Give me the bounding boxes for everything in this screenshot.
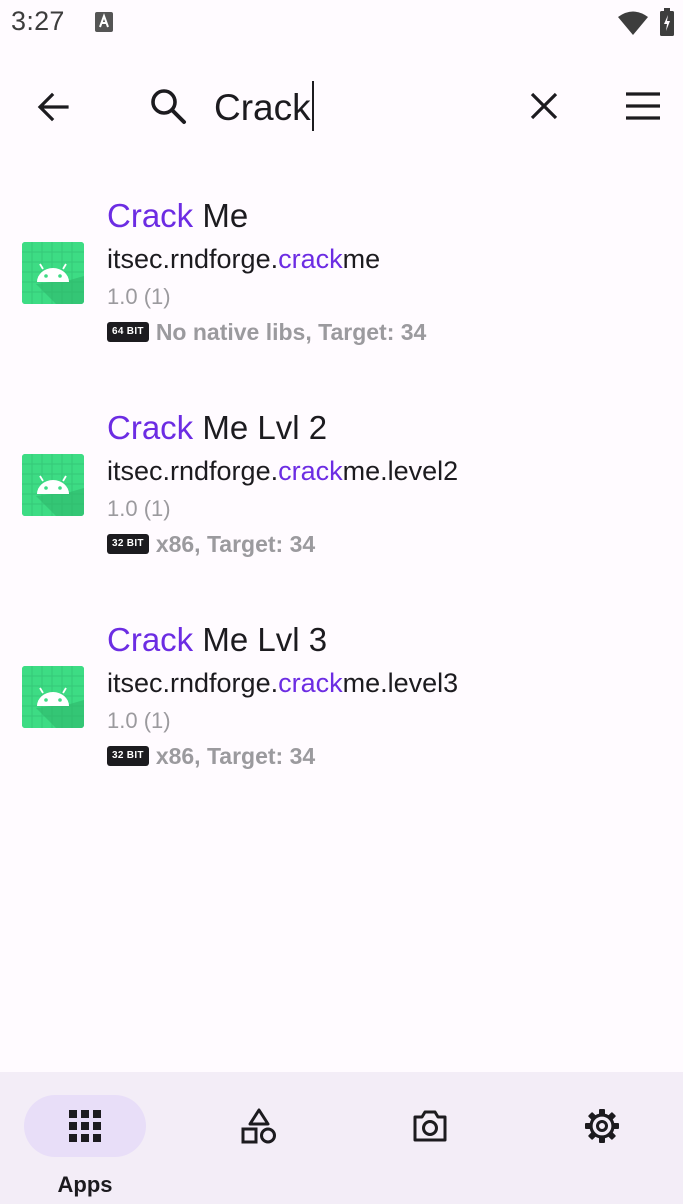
app-package-name: itsec.rndforge.crackme.level2 bbox=[107, 456, 459, 486]
app-meta: 64 BIT No native libs, Target: 34 bbox=[107, 316, 667, 348]
app-version: 1.0 (1) bbox=[107, 708, 171, 733]
android-app-icon bbox=[22, 666, 84, 728]
menu-icon[interactable] bbox=[621, 84, 665, 128]
app-list-item[interactable]: Crack Me Lvl 3 itsec.rndforge.crackme.le… bbox=[0, 604, 683, 816]
accessibility-notification-icon bbox=[95, 12, 113, 32]
app-version: 1.0 (1) bbox=[107, 496, 171, 521]
android-app-icon bbox=[22, 454, 84, 516]
app-meta-text: x86, Target: 34 bbox=[155, 530, 316, 557]
app-meta: 32 BIT x86, Target: 34 bbox=[107, 528, 667, 560]
app-meta-text: x86, Target: 34 bbox=[155, 742, 316, 769]
app-meta: 32 BIT x86, Target: 34 bbox=[107, 740, 667, 772]
nav-item-apps[interactable]: Apps bbox=[0, 1072, 170, 1204]
text-caret bbox=[311, 81, 314, 132]
search-query: Crack bbox=[214, 87, 311, 128]
clear-search-icon[interactable] bbox=[522, 84, 566, 128]
search-icon bbox=[151, 89, 186, 124]
app-list-item[interactable]: Crack Me itsec.rndforge.crackme 1.0 (1) … bbox=[0, 180, 683, 392]
android-app-icon bbox=[22, 242, 84, 304]
bit-badge: 32 BIT bbox=[107, 534, 149, 554]
nav-item-camera[interactable] bbox=[345, 1072, 515, 1204]
app-package-name: itsec.rndforge.crackme.level3 bbox=[107, 668, 459, 698]
apps-grid-icon bbox=[69, 1110, 101, 1142]
app-meta-text: No native libs, Target: 34 bbox=[155, 318, 427, 345]
search-input[interactable]: Crack bbox=[214, 81, 504, 134]
app-list: Crack Me itsec.rndforge.crackme 1.0 (1) … bbox=[0, 180, 683, 816]
back-arrow-icon[interactable] bbox=[30, 84, 76, 130]
bit-badge: 32 BIT bbox=[107, 746, 149, 766]
camera-icon bbox=[413, 1110, 447, 1142]
wifi-icon bbox=[618, 11, 648, 35]
status-time: 3:27 bbox=[11, 6, 65, 36]
app-name: Crack Me Lvl 2 bbox=[107, 409, 328, 446]
nav-label-apps: Apps bbox=[57, 1172, 113, 1197]
app-list-item[interactable]: Crack Me Lvl 2 itsec.rndforge.crackme.le… bbox=[0, 392, 683, 604]
nav-item-shapes[interactable] bbox=[174, 1072, 344, 1204]
bottom-navigation: Apps bbox=[0, 1072, 683, 1204]
app-package-name: itsec.rndforge.crackme bbox=[107, 244, 381, 274]
search-toolbar: Crack bbox=[0, 70, 683, 146]
app-name: Crack Me Lvl 3 bbox=[107, 621, 328, 658]
battery-charging-icon bbox=[660, 8, 674, 36]
app-version: 1.0 (1) bbox=[107, 284, 171, 309]
bit-badge: 64 BIT bbox=[107, 322, 149, 342]
gear-icon bbox=[585, 1109, 619, 1143]
nav-item-settings[interactable] bbox=[517, 1072, 683, 1204]
status-bar: 3:27 bbox=[0, 0, 683, 46]
app-name: Crack Me bbox=[107, 197, 249, 234]
shapes-icon bbox=[241, 1108, 276, 1144]
